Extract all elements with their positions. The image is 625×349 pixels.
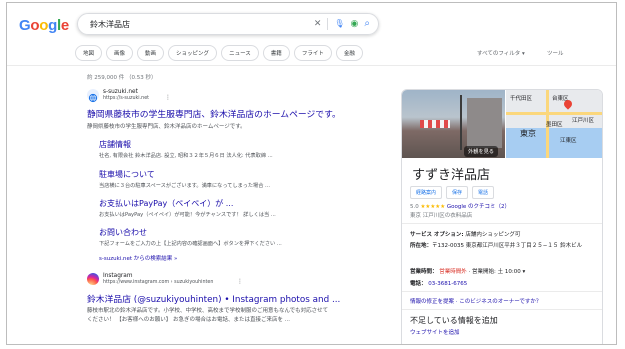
logo-letter: o [39,17,49,34]
sitelink-snippet: 社名, 有限会社 鈴木洋品店. 設立, 昭和３２年５月６日 法人化: 代表取締 … [99,153,273,159]
hours-row[interactable]: 営業時間： 営業時間外 · 営業開始: 土 10:00 ▾ [410,267,525,275]
logo-letter: o [30,17,40,34]
logo-letter: e [60,17,69,34]
hours-label: 営業時間： [410,269,438,275]
result-title[interactable]: 静岡県藤枝市の学生服専門店、鈴木洋品店のホームページです。 [87,107,341,120]
hours-status: 営業時間外 [439,269,467,275]
sitelink-snippet: 当店横に３台の駐車スペースがございます。満車になってしまった場合 ... [99,183,270,189]
map-label: 江戸川区 [572,118,595,124]
tab-maps[interactable]: 地図 [75,45,103,61]
panel-divider [402,309,602,310]
all-filters-button[interactable]: すべてのフィルタ ▾ [477,49,525,57]
reviews-link[interactable]: Google のクチコミ（2） [447,204,510,210]
sitelink-paypay[interactable]: お支払いはPayPay（ペイペイ）が ... [99,198,233,209]
address-value[interactable]: 〒132-0035 東京都江戸川区平井３丁目２５−１５ 鈴木ビル [432,243,582,249]
tab-books[interactable]: 書籍 [262,45,290,61]
tools-button[interactable]: ツール [547,49,564,57]
search-result-suzuki: s-suzuki.net https://s-suzuki.net ⋮ 静岡県藤… [87,89,387,269]
storefront-photo[interactable]: 外観を見る [402,90,505,158]
search-result-instagram: Instagram https://www.instagram.com › su… [87,273,387,333]
site-url[interactable]: https://www.instagram.com › suzukiyouhin… [103,280,213,285]
service-options: サービス オプション: 店舗内ショッピング可 [410,230,520,238]
more-options-icon[interactable]: ⋮ [165,94,171,101]
map-label: 墨田区 [546,122,563,128]
search-icon[interactable]: ⌕ [364,17,370,31]
service-value: 店舗内ショッピング可 [465,232,521,238]
result-snippet: ください！ 【お客様へのお願い】 お急ぎの場合はお電話、または直接ご来店を ..… [87,317,290,323]
tab-images[interactable]: 画像 [106,45,134,61]
clear-icon[interactable]: ✕ [314,17,322,31]
sitelink-store-info[interactable]: 店舗情報 [99,139,131,150]
rating-value: 5.0 [410,204,419,210]
more-options-icon[interactable]: ⋮ [237,278,243,285]
search-box[interactable]: 鈴木洋品店 ✕ 🎙 ◉ ⌕ [77,13,379,35]
logo-letter: G [19,17,31,34]
panel-divider [402,291,602,292]
building-shape [467,98,502,148]
site-name: Instagram [103,273,133,279]
search-icons: ✕ 🎙 ◉ ⌕ [314,17,370,31]
save-button[interactable]: 保存 [446,186,469,199]
knowledge-panel: 外観を見る 千代田区 台東区 墨田区 江戸川区 江東区 東京 すずき洋品店 経路… [401,89,603,344]
instagram-icon [87,273,99,285]
missing-info-heading: 不足している情報を追加 [410,316,498,325]
phone-row: 電話： 03-3681-6765 [410,279,467,287]
more-results-link[interactable]: s-suzuki.net からの検索結果 » [99,254,177,262]
logo-letter: g [48,17,57,34]
map-label: 江東区 [560,138,577,144]
mic-icon[interactable]: 🎙 [334,17,344,31]
sitelink-contact[interactable]: お問い合わせ [99,227,147,238]
address-row: 所在地：〒132-0035 東京都江戸川区平井３丁目２５−１５ 鈴木ビル [410,242,596,251]
hours-detail[interactable]: · 営業開始: 土 10:00 ▾ [469,269,526,275]
action-buttons: 経路案内 保存 電話 [410,186,495,199]
tab-shopping[interactable]: ショッピング [168,45,218,61]
result-stats: 約 259,000 件 （0.53 秒） [87,75,157,81]
lens-icon[interactable]: ◉ [351,17,359,31]
map-city-label: 東京 [520,129,536,138]
search-input[interactable]: 鈴木洋品店 [90,19,130,30]
service-label: サービス オプション: [410,232,464,238]
tab-flights[interactable]: フライト [293,45,332,61]
sitelink-snippet: 下記フォームをご入力の上【上記内容の確認画面へ】ボタンを押下ください ... [99,241,282,247]
star-icons: ★★★★★ [420,204,446,210]
site-name: s-suzuki.net [103,89,138,95]
search-tabs: 地図 画像 動画 ショッピング ニュース 書籍 フライト 金融 [75,45,363,61]
address-label: 所在地： [410,243,433,249]
panel-divider [402,223,602,224]
add-website-link[interactable]: ウェブサイトを追加 [410,328,460,336]
outside-view-button[interactable]: 外観を見る [464,146,498,157]
map-label: 千代田区 [510,96,533,102]
road [506,112,602,115]
globe-icon [87,89,99,103]
google-logo[interactable]: Google [19,17,69,34]
awning-shape [420,120,450,128]
map-thumbnail[interactable]: 千代田区 台東区 墨田区 江戸川区 江東区 東京 [506,90,602,158]
call-button[interactable]: 電話 [472,186,495,199]
header-divider [7,65,616,66]
business-type: 東京 江戸川区の衣料品店 [410,213,473,219]
divider [327,18,329,30]
phone-number[interactable]: 03-3681-6765 [428,281,467,287]
result-snippet: 静岡県藤枝市の学生服専門店、鈴木洋品店のホームページです。 [87,124,246,130]
tab-videos[interactable]: 動画 [137,45,165,61]
rating-row: 5.0 ★★★★★ Google のクチコミ（2） [410,202,510,210]
result-snippet: 藤枝市駅北の鈴木洋品店です。小学校、中学校、高校まで学校制服のご用意もなんでも対… [87,308,329,314]
pole-shape [460,95,462,150]
site-url[interactable]: https://s-suzuki.net [103,96,149,101]
tab-finance[interactable]: 金融 [335,45,363,61]
directions-button[interactable]: 経路案内 [410,186,443,199]
tab-news[interactable]: ニュース [221,45,259,61]
suggest-edit-link[interactable]: 情報の修正を提案 · このビジネスのオーナーですか？ [410,297,541,305]
business-name: すずき洋品店 [412,168,491,183]
result-title[interactable]: 鈴木洋品店 (@suzukiyouhinten) • Instagram pho… [87,292,340,305]
sitelink-snippet: お支払いはPayPay（ペイペイ）が可能！今がチャンスです！ 詳しくは当 ... [99,212,276,218]
browser-frame: Google 鈴木洋品店 ✕ 🎙 ◉ ⌕ 地図 画像 動画 ショッピング ニュー… [6,2,617,345]
phone-label: 電話： [410,281,427,287]
sitelink-parking[interactable]: 駐車場について [99,169,155,180]
